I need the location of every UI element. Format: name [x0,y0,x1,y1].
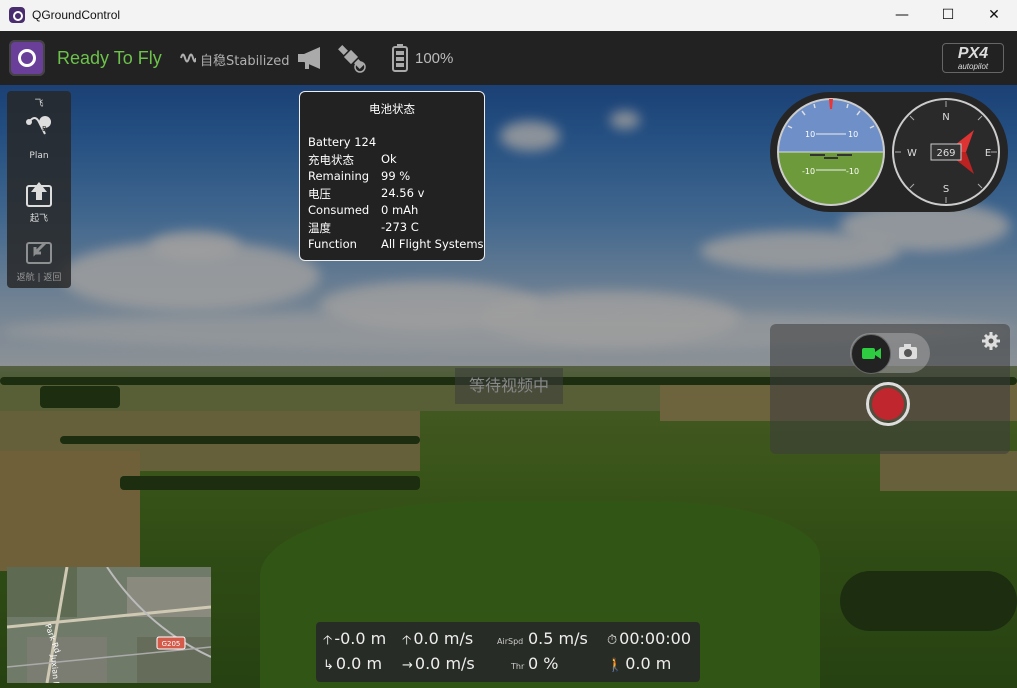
camera-settings-gear-icon[interactable] [982,332,1000,350]
waiting-for-video: 等待视频中 [455,368,563,404]
row-key: Function [308,237,357,251]
photo-mode-icon[interactable] [898,343,920,361]
distance-arrow-icon: ↳ [323,658,334,673]
throttle-label: Thr [511,662,525,671]
app-window: QGroundControl — ☐ ✕ Ready To Fly 自稳Stab… [0,0,1017,688]
vertical-speed-arrow-icon: 🡡 [402,633,412,648]
row-value: -273 C [381,220,419,234]
takeoff-icon[interactable] [25,180,53,208]
fly-view[interactable]: Ready To Fly 自稳Stabilized 100% PX4 autopi… [0,31,1017,688]
video-mode-button[interactable] [851,334,891,374]
row-value: 24.56 v [381,186,425,200]
throttle-value: 0 % [528,654,559,673]
pitch-label: -10 [846,167,859,176]
window-title: QGroundControl [32,8,121,22]
popup-title: 电池状态 [369,102,415,116]
row-key: 电压 [308,187,331,201]
row-value: 0 mAh [381,203,419,217]
mini-map[interactable]: Park Rd Juxian Rd G205 [7,567,211,683]
px4-logo-subtext: autopilot [957,62,989,71]
toolstrip-header: 飞 [34,99,44,109]
compass-e: E [985,148,991,159]
battery-percent[interactable]: 100% [415,50,453,67]
instrument-panel[interactable]: 10 10 -10 -10 269 N E S W [770,92,1008,212]
compass-heading: 269 [936,148,955,159]
camera-panel [770,324,1010,454]
record-button[interactable] [866,382,910,426]
attitude-indicator [778,99,884,205]
plan-icon[interactable]: B [25,112,53,140]
pitch-label: 10 [848,130,858,139]
svg-text:B: B [42,125,47,133]
row-key: Consumed [308,203,370,217]
maximize-button[interactable]: ☐ [925,0,971,31]
px4-logo-text: PX4 [957,45,989,62]
row-key: Remaining [308,169,370,183]
tool-return-label[interactable]: 返航 | 返回 [7,270,71,283]
row-value: All Flight Systems [381,237,484,251]
record-dot-icon [872,388,904,420]
ground-speed-value: → 0.0 m/s [402,654,475,673]
vertical-speed-value: 🡡 0.0 m/s [402,629,474,648]
pitch-label: 10 [805,130,815,139]
tool-strip: 飞 B Plan 起飞 返航 | 返回 [7,91,71,288]
battery-icon[interactable] [391,43,409,73]
compass-w: W [907,148,917,159]
pitch-label: -10 [802,167,815,176]
stopwatch-icon: ⏱ [607,633,618,648]
distance-to-home-value: 🚶 0.0 m [607,654,672,673]
main-toolbar: Ready To Fly 自稳Stabilized 100% PX4 autopi… [0,31,1017,85]
qgc-app-icon [9,7,25,23]
battery-name: Battery 124 [308,135,377,149]
airspeed-value: 0.5 m/s [528,629,588,648]
tool-plan-label[interactable]: Plan [7,151,71,161]
row-value: Ok [381,152,397,166]
row-key: 温度 [308,221,331,235]
return-icon[interactable] [25,237,53,265]
airspeed-label: AirSpd [497,637,524,646]
telemetry-bar[interactable]: 🡡 -0.0 m 🡡 0.0 m/s AirSpd 0.5 m/s ⏱ 00:00:0… [316,622,700,682]
gps-satellite-icon[interactable] [338,44,368,74]
vehicle-status[interactable]: Ready To Fly [57,48,162,69]
row-value: 99 % [381,169,411,183]
px4-logo: PX4 autopilot [942,43,1004,73]
ground-speed-arrow-icon: → [402,658,413,673]
compass: 269 N E S W [892,98,1000,206]
close-button[interactable]: ✕ [971,0,1017,31]
flight-mode-selector[interactable]: 自稳Stabilized [200,50,289,69]
flight-mode-icon [180,50,197,64]
compass-n: N [942,112,949,123]
minimize-button[interactable]: — [879,0,925,31]
altitude-value: 🡡 -0.0 m [323,629,387,648]
megaphone-icon[interactable] [296,45,326,71]
distance-value: ↳ 0.0 m [323,654,383,673]
row-key: 充电状态 [308,153,354,167]
qgc-logo-button[interactable] [9,40,45,76]
flight-time-value: ⏱ 00:00:00 [607,629,691,648]
walker-icon: 🚶 [607,658,624,673]
battery-status-popup: 电池状态 Battery 124 充电状态 Ok Remaining 99 % 电压… [299,91,485,261]
title-bar: QGroundControl — ☐ ✕ [0,0,1017,32]
altitude-up-arrow-icon: 🡡 [323,633,333,648]
tool-takeoff-label[interactable]: 起飞 [7,211,71,224]
compass-s: S [943,184,949,195]
map-road-badge: G205 [162,640,181,648]
